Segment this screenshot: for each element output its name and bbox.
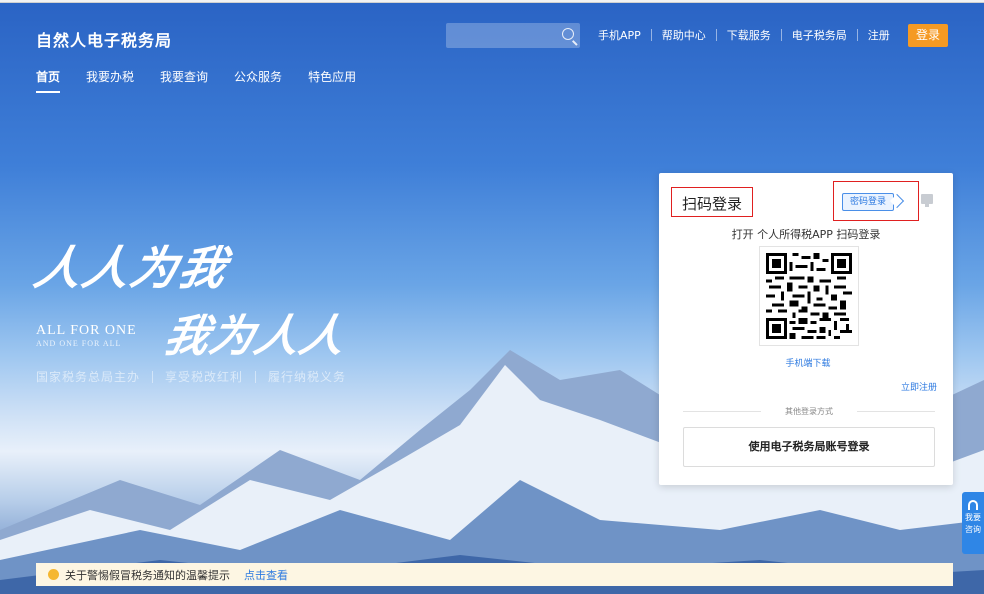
other-login-label: 其他登录方式 [785,407,833,416]
notice-view-link[interactable]: 点击查看 [244,567,288,583]
qr-code-icon [766,253,852,339]
link-register[interactable]: 注册 [858,27,900,43]
tab-featured-apps[interactable]: 特色应用 [308,68,356,91]
tab-home[interactable]: 首页 [36,68,61,93]
account-login-button[interactable]: 使用电子税务局账号登录 [683,427,935,467]
login-button[interactable]: 登录 [908,24,948,47]
divider [683,411,761,412]
other-login-methods: 其他登录方式 [683,406,935,417]
divider [857,411,935,412]
tab-query[interactable]: 我要查询 [160,68,208,91]
headset-icon [968,500,978,510]
top-links: 手机APP 帮助中心 下载服务 电子税务局 注册 [588,27,900,43]
hero-calligraphy-1: 人人为我 [29,241,234,295]
divider [152,370,154,383]
hero-slogan: 国家税务总局主办 享受税改红利 履行纳税义务 [36,368,346,385]
monitor-icon[interactable] [921,194,933,207]
notice-bar: 关于警惕假冒税务通知的温馨提示 点击查看 [36,563,953,586]
mobile-download-link[interactable]: 手机端下载 [659,356,957,369]
hero-calligraphy-2: 我为人人 [159,311,351,362]
register-now-link[interactable]: 立即注册 [901,380,937,393]
tab-tax-handling[interactable]: 我要办税 [86,68,134,91]
link-download[interactable]: 下载服务 [717,27,781,43]
scan-instructions: 打开 个人所得税APP 扫码登录 [731,228,881,241]
slogan-item: 国家税务总局主办 [36,370,141,384]
hero-english-1: ALL FOR ONE [36,323,137,338]
tab-public-service[interactable]: 公众服务 [234,68,282,91]
notice-text: 关于警惕假冒税务通知的温馨提示 [65,568,230,582]
site-brand[interactable]: 自然人电子税务局 [36,27,172,51]
divider [255,370,257,383]
search-icon[interactable] [562,28,574,40]
search-input[interactable] [446,23,580,48]
link-help-center[interactable]: 帮助中心 [652,27,716,43]
qr-code [759,246,859,346]
link-mobile-app[interactable]: 手机APP [588,27,651,43]
notice-icon [48,569,59,580]
main-nav: 首页 我要办税 我要查询 公众服务 特色应用 [36,68,382,93]
slogan-item: 履行纳税义务 [268,370,347,384]
login-card: 扫码登录 密码登录 打开 个人所得税APP 扫码登录 手机端下载 立即注册 其他… [659,173,953,485]
password-login-button[interactable]: 密码登录 [842,193,894,211]
scan-login-title[interactable]: 扫码登录 [671,187,753,217]
consult-label: 我要咨询 [965,513,981,534]
link-e-tax-bureau[interactable]: 电子税务局 [782,27,857,43]
slogan-item: 享受税改红利 [165,370,244,384]
hero-english-2: AND ONE FOR ALL [36,339,122,348]
consult-widget[interactable]: 我要咨询 [962,492,984,554]
